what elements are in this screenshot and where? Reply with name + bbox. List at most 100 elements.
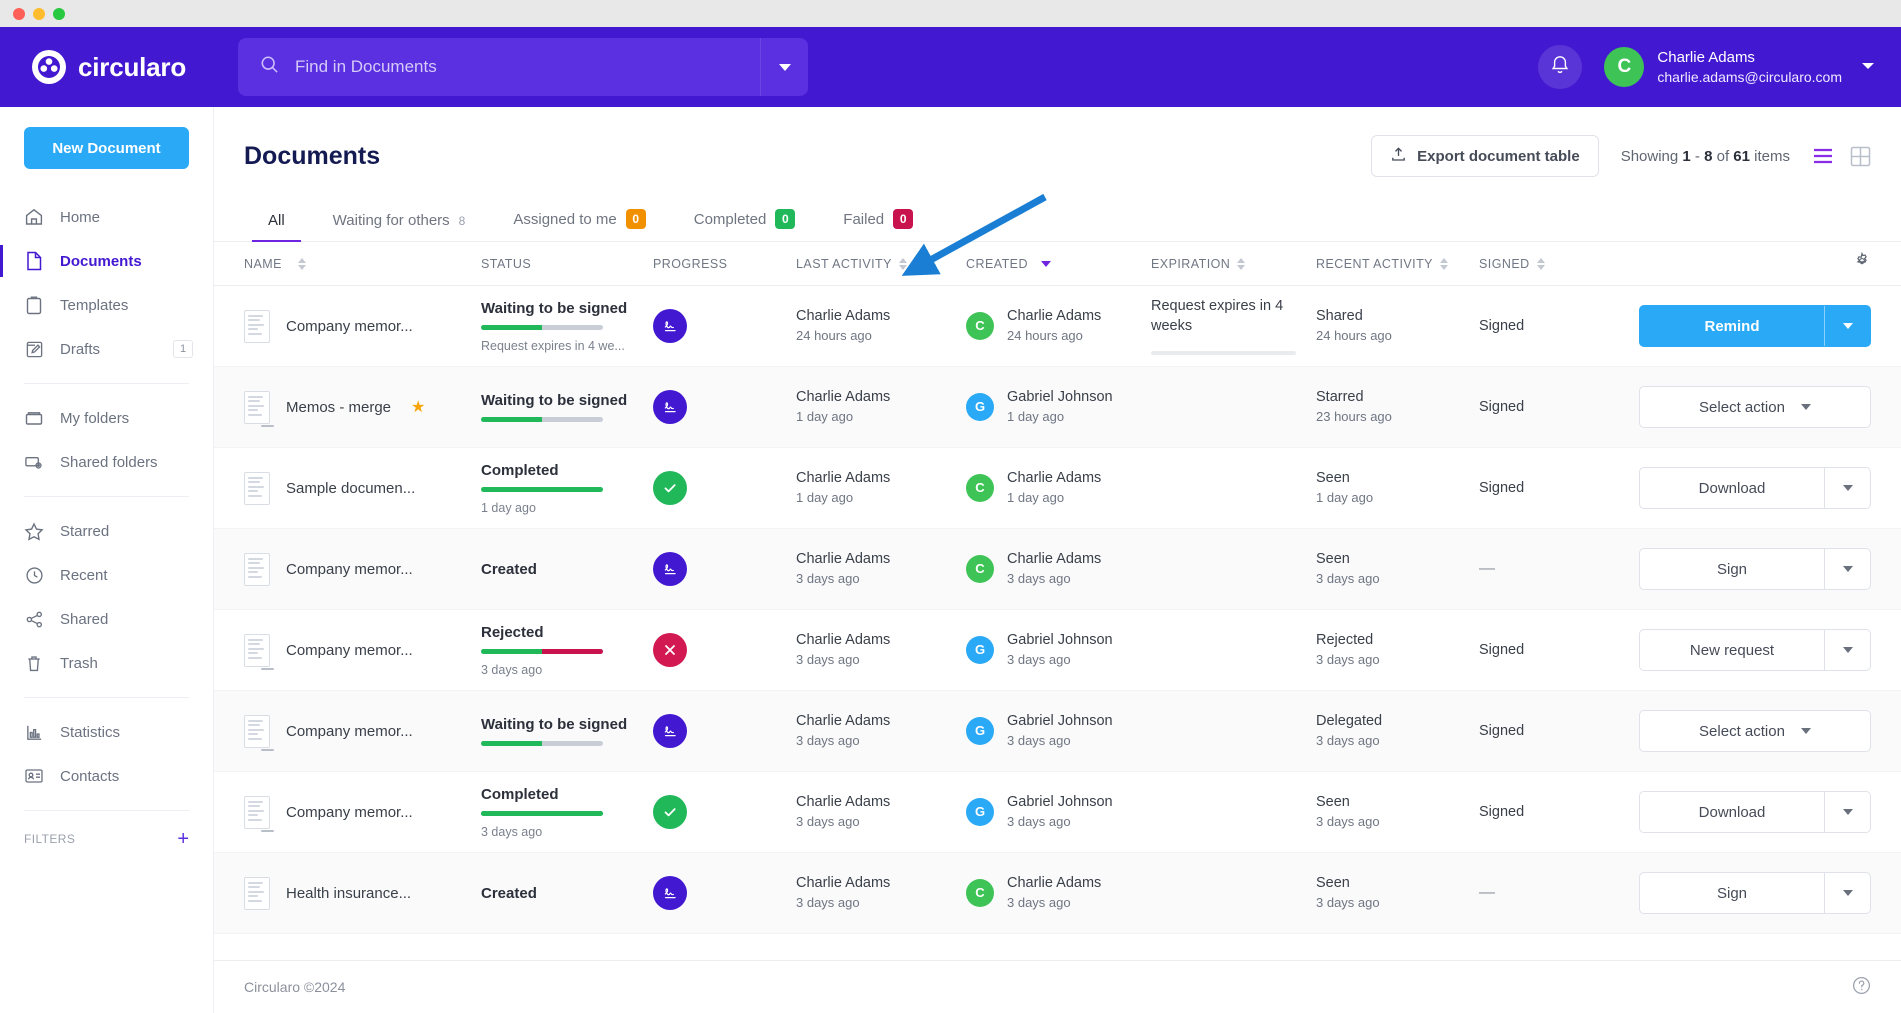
window-minimize-button[interactable]: [33, 8, 45, 20]
notifications-button[interactable]: [1538, 45, 1582, 89]
cell-name[interactable]: Company memor...: [244, 553, 481, 586]
row-action-dropdown-button[interactable]: [1824, 630, 1870, 670]
cell-name[interactable]: Company memor...: [244, 634, 481, 667]
row-action-group[interactable]: Sign: [1639, 872, 1871, 914]
global-search[interactable]: [238, 38, 808, 96]
cell-last-activity: Charlie Adams1 day ago: [796, 468, 966, 508]
row-action-dropdown-button[interactable]: [1824, 873, 1870, 913]
column-header-status[interactable]: STATUS: [481, 257, 653, 271]
sidebar-item-starred[interactable]: Starred: [0, 509, 213, 553]
search-filter-dropdown[interactable]: [760, 38, 808, 96]
sidebar-item-recent[interactable]: Recent: [0, 553, 213, 597]
signed-value: Signed: [1479, 642, 1524, 658]
cell-name[interactable]: Health insurance...: [244, 877, 481, 910]
table-row[interactable]: Company memor...Rejected3 days agoCharli…: [214, 610, 1901, 691]
row-action-dropdown-button[interactable]: [1824, 306, 1870, 346]
row-action-dropdown-button[interactable]: [1824, 792, 1870, 832]
sidebar-item-label: Shared folders: [60, 454, 158, 471]
row-action-button[interactable]: Remind: [1640, 306, 1824, 346]
cell-name[interactable]: Sample documen...: [244, 472, 481, 505]
cell-name[interactable]: Company memor...: [244, 796, 481, 829]
row-action-group[interactable]: Remind: [1639, 305, 1871, 347]
sidebar-item-home[interactable]: Home: [0, 195, 213, 239]
avatar: G: [966, 636, 994, 664]
cell-name[interactable]: Company memor...: [244, 715, 481, 748]
document-name: Health insurance...: [286, 885, 411, 902]
row-action-group[interactable]: Download: [1639, 791, 1871, 833]
export-document-table-button[interactable]: Export document table: [1371, 135, 1599, 177]
column-header-last-activity[interactable]: LAST ACTIVITY: [796, 257, 966, 271]
chevron-down-icon[interactable]: [1861, 58, 1875, 76]
export-button-label: Export document table: [1417, 148, 1580, 165]
sort-desc-icon[interactable]: [1041, 261, 1051, 267]
showing-to: 8: [1704, 148, 1712, 165]
sort-icon[interactable]: [1440, 258, 1448, 270]
table-row[interactable]: Memos - merge★Waiting to be signedCharli…: [214, 367, 1901, 448]
row-action-group[interactable]: New request: [1639, 629, 1871, 671]
row-action-group[interactable]: Select action: [1639, 710, 1871, 752]
sidebar-item-contacts[interactable]: Contacts: [0, 754, 213, 798]
table-row[interactable]: Sample documen...Completed1 day agoCharl…: [214, 448, 1901, 529]
column-header-created[interactable]: CREATED: [966, 257, 1151, 271]
row-action-dropdown-button[interactable]: [1824, 549, 1870, 589]
column-header-progress[interactable]: PROGRESS: [653, 257, 796, 271]
search-input[interactable]: [295, 57, 760, 77]
new-document-button[interactable]: New Document: [24, 127, 189, 169]
column-header-name[interactable]: NAME: [244, 257, 481, 271]
avatar: C: [966, 312, 994, 340]
row-action-button[interactable]: Sign: [1640, 873, 1824, 913]
tab-all[interactable]: All: [244, 202, 309, 241]
table-row[interactable]: Company memor...Waiting to be signedRequ…: [214, 286, 1901, 367]
row-action-group[interactable]: Select action: [1639, 386, 1871, 428]
cell-name[interactable]: Memos - merge★: [244, 391, 481, 424]
row-action-button[interactable]: Download: [1640, 792, 1824, 832]
column-header-expiration[interactable]: EXPIRATION: [1151, 257, 1316, 271]
star-icon[interactable]: ★: [411, 397, 425, 417]
window-close-button[interactable]: [13, 8, 25, 20]
cell-recent-activity: Seen3 days ago: [1316, 549, 1479, 589]
row-action-select[interactable]: Select action: [1640, 387, 1870, 427]
table-row[interactable]: Company memor...Waiting to be signedChar…: [214, 691, 1901, 772]
sidebar-item-documents[interactable]: Documents: [0, 239, 213, 283]
row-action-button[interactable]: Sign: [1640, 549, 1824, 589]
row-action-button[interactable]: New request: [1640, 630, 1824, 670]
sidebar-item-shared-folders[interactable]: Shared folders: [0, 440, 213, 484]
sort-icon[interactable]: [298, 258, 306, 270]
table-row[interactable]: Health insurance...CreatedCharlie Adams3…: [214, 853, 1901, 934]
row-action-button[interactable]: Download: [1640, 468, 1824, 508]
sidebar-item-templates[interactable]: Templates: [0, 283, 213, 327]
sort-icon[interactable]: [1237, 258, 1245, 270]
help-icon[interactable]: [1852, 976, 1871, 998]
row-action-select[interactable]: Select action: [1640, 711, 1870, 751]
user-menu[interactable]: C Charlie Adams charlie.adams@circularo.…: [1604, 47, 1875, 87]
tab-waiting-for-others[interactable]: Waiting for others8: [309, 202, 490, 241]
add-filter-icon[interactable]: +: [177, 829, 189, 849]
row-action-dropdown-button[interactable]: [1824, 468, 1870, 508]
sidebar-item-shared[interactable]: Shared: [0, 597, 213, 641]
sidebar-item-trash[interactable]: Trash: [0, 641, 213, 685]
cell-name[interactable]: Company memor...: [244, 310, 481, 343]
tab-failed[interactable]: Failed0: [819, 199, 937, 241]
last-activity-user: Charlie Adams: [796, 792, 966, 813]
divider: [24, 383, 189, 384]
row-action-group[interactable]: Download: [1639, 467, 1871, 509]
grid-view-icon[interactable]: [1850, 146, 1871, 167]
last-activity-user: Charlie Adams: [796, 711, 966, 732]
window-maximize-button[interactable]: [53, 8, 65, 20]
sidebar-item-my-folders[interactable]: My folders: [0, 396, 213, 440]
tab-completed[interactable]: Completed0: [670, 199, 820, 241]
cell-progress: [653, 552, 796, 586]
tab-assigned-to-me[interactable]: Assigned to me0: [489, 199, 669, 241]
table-settings-gear-icon[interactable]: [1853, 252, 1871, 275]
table-row[interactable]: Company memor...CreatedCharlie Adams3 da…: [214, 529, 1901, 610]
brand-logo[interactable]: circularo: [0, 50, 214, 84]
sidebar-item-statistics[interactable]: Statistics: [0, 710, 213, 754]
sort-icon[interactable]: [899, 258, 907, 270]
sidebar-item-drafts[interactable]: Drafts1: [0, 327, 213, 371]
column-header-recent-activity[interactable]: RECENT ACTIVITY: [1316, 257, 1479, 271]
sort-icon[interactable]: [1537, 258, 1545, 270]
table-row[interactable]: Company memor...Completed3 days agoCharl…: [214, 772, 1901, 853]
column-header-signed[interactable]: SIGNED: [1479, 257, 1619, 271]
row-action-group[interactable]: Sign: [1639, 548, 1871, 590]
list-view-icon[interactable]: [1812, 147, 1834, 165]
